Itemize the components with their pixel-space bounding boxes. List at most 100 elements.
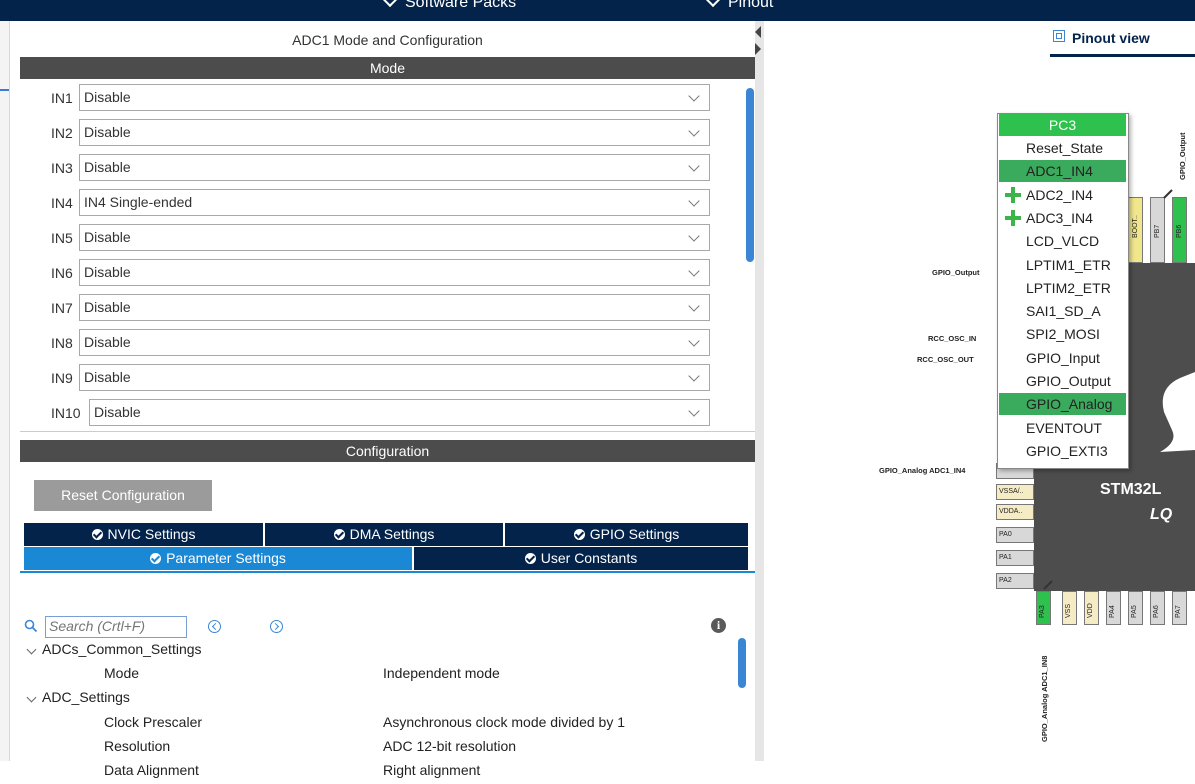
tab-parameter-settings[interactable]: Parameter Settings	[24, 547, 412, 570]
pin-pa5[interactable]: PA5	[1128, 591, 1143, 625]
pin-pa3[interactable]: PA3	[1036, 591, 1051, 625]
mode-select-value: Disable	[84, 299, 131, 315]
expand-chevron-icon	[26, 692, 37, 703]
mode-select-in6[interactable]: Disable	[79, 259, 710, 286]
popup-item-gpio-exti3[interactable]: GPIO_EXTI3	[999, 440, 1126, 462]
left-category-strip	[0, 21, 10, 761]
param-row-resolution[interactable]: Resolution	[104, 738, 170, 760]
expand-chevron-icon	[26, 644, 37, 655]
popup-item-gpio-input[interactable]: GPIO_Input	[999, 347, 1126, 369]
popup-item-adc1-in4[interactable]: ADC1_IN4	[999, 160, 1126, 183]
chevron-down-icon	[688, 300, 700, 312]
search-input[interactable]	[45, 616, 187, 638]
popup-item-sai1-sd-a[interactable]: SAI1_SD_A	[999, 300, 1126, 322]
param-row-clock-prescaler[interactable]: Clock Prescaler	[104, 714, 202, 736]
mode-select-in4[interactable]: IN4 Single-ended	[79, 189, 710, 216]
pin-boot0[interactable]: BOOT..	[1128, 197, 1143, 263]
popup-item-label: ADC1_IN4	[1026, 163, 1093, 180]
chip-icon	[1053, 30, 1065, 42]
param-value-data-alignment[interactable]: Right alignment	[383, 762, 480, 784]
mode-scrollbar[interactable]	[746, 88, 754, 262]
popup-item-adc2-in4[interactable]: ADC2_IN4	[999, 184, 1126, 206]
popup-item-label: GPIO_Analog	[1026, 396, 1113, 413]
popup-item-adc3-in4[interactable]: ADC3_IN4	[999, 207, 1126, 229]
mode-row-label: IN3	[51, 160, 73, 176]
info-icon[interactable]: i	[711, 618, 726, 633]
mode-row-in6: IN6 Disable	[20, 259, 720, 286]
mode-select-in3[interactable]: Disable	[79, 154, 710, 181]
pin-pa1[interactable]: PA1	[996, 550, 1034, 566]
pin-vdda[interactable]: VDDA..	[996, 504, 1034, 520]
pin-vssa[interactable]: VSSA/..	[996, 484, 1034, 500]
pin-pa7[interactable]: PA7	[1172, 591, 1187, 625]
pin-pa4[interactable]: PA4	[1106, 591, 1121, 625]
pin-vss[interactable]: VSS	[1062, 591, 1077, 625]
mode-select-in10[interactable]: Disable	[89, 399, 710, 426]
param-value-resolution[interactable]: ADC 12-bit resolution	[383, 738, 516, 760]
mode-row-in2: IN2 Disable	[20, 119, 720, 146]
previous-result-icon[interactable]	[208, 620, 221, 633]
mode-row-label: IN1	[51, 90, 73, 106]
mode-select-in8[interactable]: Disable	[79, 329, 710, 356]
pin-pa0[interactable]: PA0	[996, 527, 1034, 543]
panel-splitter[interactable]	[755, 21, 764, 761]
expand-right-icon[interactable]	[755, 43, 761, 55]
popup-item-label: EVENTOUT	[1026, 419, 1102, 436]
popup-item-reset-state[interactable]: Reset_State	[999, 137, 1126, 159]
collapse-left-icon[interactable]	[755, 26, 761, 38]
mode-row-label: IN8	[51, 335, 73, 351]
tab-underline	[20, 571, 755, 573]
mode-row-in9: IN9 Disable	[20, 364, 720, 391]
mode-select-value: IN4 Single-ended	[84, 194, 193, 210]
mode-row-in1: IN1 Disable	[20, 84, 720, 111]
param-row-mode[interactable]: Mode	[104, 665, 139, 687]
tab-user-constants[interactable]: User Constants	[414, 547, 748, 570]
mode-select-in7[interactable]: Disable	[79, 294, 710, 321]
tab-dma-settings[interactable]: DMA Settings	[265, 523, 503, 546]
popup-item-spi2-mosi[interactable]: SPI2_MOSI	[999, 323, 1126, 345]
popup-item-lptim1-etr[interactable]: LPTIM1_ETR	[999, 254, 1126, 276]
popup-item-gpio-analog[interactable]: GPIO_Analog	[999, 393, 1126, 416]
pinout-menu[interactable]: Pinout	[705, 0, 773, 12]
check-circle-icon	[150, 553, 162, 564]
mode-select-in5[interactable]: Disable	[79, 224, 710, 251]
tab-gpio-settings[interactable]: GPIO Settings	[505, 523, 748, 546]
software-packs-menu[interactable]: Software Packs	[382, 0, 516, 12]
param-value-mode[interactable]: Independent mode	[383, 665, 500, 687]
mode-row-label: IN9	[51, 370, 73, 386]
popup-item-label: GPIO_EXTI3	[1026, 442, 1108, 459]
pin-pa2[interactable]: PA2	[996, 573, 1034, 589]
chevron-down-icon	[688, 90, 700, 102]
mode-select-value: Disable	[84, 264, 131, 280]
mode-row-label: IN5	[51, 230, 73, 246]
check-circle-icon	[573, 529, 585, 540]
signal-label-gpio-output: GPIO_Output	[932, 268, 980, 277]
reset-configuration-button[interactable]: Reset Configuration	[34, 480, 212, 511]
chevron-down-icon	[688, 370, 700, 382]
pin-pa6[interactable]: PA6	[1150, 591, 1165, 625]
mode-select-value: Disable	[84, 89, 131, 105]
pin-pb7[interactable]: PB7	[1150, 197, 1165, 263]
popup-item-lcd-vlcd[interactable]: LCD_VLCD	[999, 230, 1126, 252]
tab-pinout-view[interactable]: Pinout view	[1050, 21, 1195, 57]
search-field[interactable]	[46, 617, 186, 635]
mode-select-in1[interactable]: Disable	[79, 84, 710, 111]
popup-item-gpio-output[interactable]: GPIO_Output	[999, 370, 1126, 392]
param-value-clock-prescaler[interactable]: Asynchronous clock mode divided by 1	[383, 714, 625, 736]
pin-pb6[interactable]: PB6	[1172, 197, 1187, 263]
config-scrollbar[interactable]	[738, 638, 746, 688]
st-logo-icon	[1160, 372, 1195, 452]
tab-nvic-settings[interactable]: NVIC Settings	[24, 523, 263, 546]
mode-select-value: Disable	[84, 369, 131, 385]
mode-row-in4: IN4 IN4 Single-ended	[20, 189, 720, 216]
chevron-down-icon	[688, 160, 700, 172]
mode-select-in2[interactable]: Disable	[79, 119, 710, 146]
popup-item-lptim2-etr[interactable]: LPTIM2_ETR	[999, 277, 1126, 299]
chevron-down-icon	[688, 335, 700, 347]
pin-vdd[interactable]: VDD	[1084, 591, 1099, 625]
param-row-data-alignment[interactable]: Data Alignment	[104, 762, 199, 784]
check-circle-icon	[524, 553, 536, 564]
mode-select-in9[interactable]: Disable	[79, 364, 710, 391]
popup-item-eventout[interactable]: EVENTOUT	[999, 417, 1126, 439]
next-result-icon[interactable]	[270, 620, 283, 633]
